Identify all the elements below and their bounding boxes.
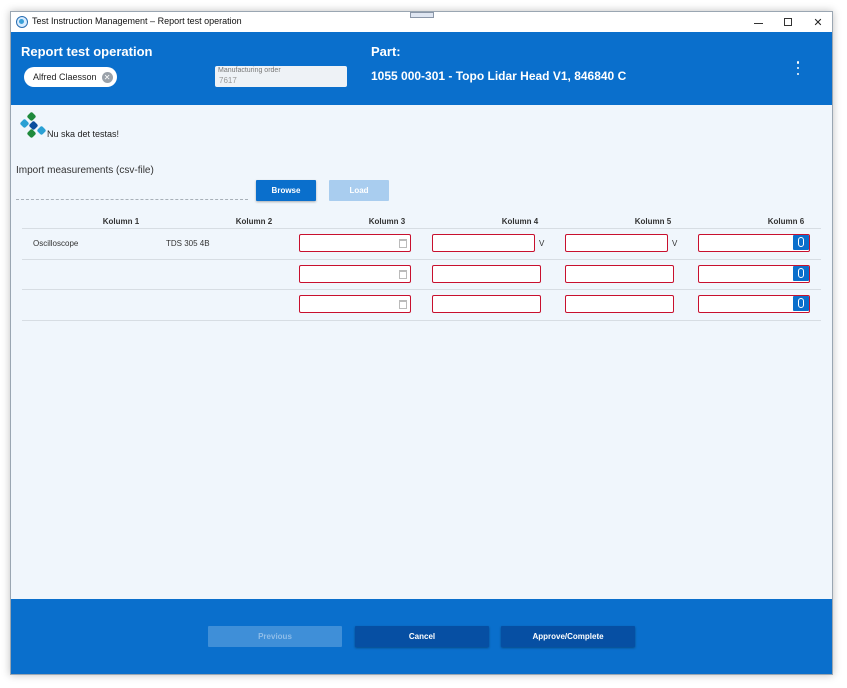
import-label: Import measurements (csv-file) (16, 165, 154, 176)
table-row-divider (22, 320, 821, 321)
column-header-2: Kolumn 2 (235, 217, 273, 226)
manufacturing-order-label: Manufacturing order (218, 67, 281, 74)
maximize-icon (784, 18, 792, 26)
row-2-date-input[interactable] (299, 265, 411, 283)
row-1-col-4-unit: V (539, 239, 545, 248)
close-button[interactable]: ✕ (803, 12, 832, 32)
minimize-icon (753, 22, 763, 24)
footer: Previous Cancel Approve/Complete (11, 599, 832, 674)
user-chip[interactable]: Alfred Claesson ✕ (24, 67, 117, 87)
load-button[interactable]: Load (329, 180, 389, 201)
column-header-6: Kolumn 6 (767, 217, 805, 226)
maximize-button[interactable] (773, 12, 803, 32)
window-title: Test Instruction Management – Report tes… (32, 16, 242, 26)
part-value: 1055 000-301 - Topo Lidar Head V1, 84684… (371, 69, 627, 83)
row-1-col-5-unit: V (672, 239, 678, 248)
attach-file-icon[interactable] (793, 296, 809, 311)
row-3-date-input[interactable] (299, 295, 411, 313)
manufacturing-order-value: 7617 (219, 76, 237, 85)
part-label: Part: (371, 44, 401, 59)
column-header-5: Kolumn 5 (634, 217, 672, 226)
row-1-attachment-input[interactable] (698, 234, 810, 252)
table-row-divider (22, 259, 821, 260)
row-2-col-5-input[interactable] (565, 265, 674, 283)
user-chip-label: Alfred Claesson (33, 72, 97, 82)
row-1-col-2: TDS 305 4B (166, 239, 210, 248)
row-1-col-1: Oscilloscope (33, 239, 79, 248)
file-path-field[interactable] (16, 199, 248, 200)
close-icon: ✕ (813, 16, 823, 29)
column-header-1: Kolumn 1 (102, 217, 140, 226)
table-divider (22, 228, 821, 229)
row-1-col-5-input[interactable] (565, 234, 668, 252)
cancel-button[interactable]: Cancel (355, 626, 489, 647)
row-2-attachment-input[interactable] (698, 265, 810, 283)
more-options-icon[interactable] (793, 61, 803, 75)
header: Report test operation Alfred Claesson ✕ … (11, 32, 832, 105)
attach-file-icon[interactable] (793, 235, 809, 250)
previous-button[interactable]: Previous (208, 626, 342, 647)
row-3-col-4-input[interactable] (432, 295, 541, 313)
column-header-3: Kolumn 3 (368, 217, 406, 226)
manufacturing-order-field[interactable]: Manufacturing order 7617 (215, 66, 347, 87)
page-title: Report test operation (21, 44, 153, 59)
row-3-attachment-input[interactable] (698, 295, 810, 313)
title-bar: Test Instruction Management – Report tes… (11, 12, 832, 32)
column-header-4: Kolumn 4 (501, 217, 539, 226)
row-1-date-input[interactable] (299, 234, 411, 252)
approve-complete-button[interactable]: Approve/Complete (501, 626, 635, 647)
browse-button[interactable]: Browse (256, 180, 316, 201)
instruction-text: Nu ska det testas! (47, 129, 120, 139)
attach-file-icon[interactable] (793, 266, 809, 281)
app-icon (16, 16, 28, 28)
remove-user-icon[interactable]: ✕ (101, 71, 113, 83)
company-logo (18, 111, 47, 139)
minimize-button[interactable] (743, 12, 773, 32)
row-1-col-4-input[interactable] (432, 234, 535, 252)
table-row-divider (22, 289, 821, 290)
row-2-col-4-input[interactable] (432, 265, 541, 283)
row-3-col-5-input[interactable] (565, 295, 674, 313)
drag-handle-icon[interactable] (410, 12, 434, 18)
app-window: Test Instruction Management – Report tes… (10, 11, 833, 675)
